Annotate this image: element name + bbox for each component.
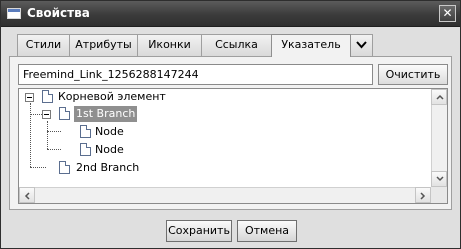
- tree-node-branch-2[interactable]: 2nd Branch: [19, 160, 219, 176]
- scroll-down-button[interactable]: [431, 171, 447, 187]
- node-tree: Корневой элемент 1st Branch Node Node 2n…: [18, 88, 448, 204]
- link-input[interactable]: [18, 64, 373, 85]
- tab-panel-pointer: Очистить Корневой элемент 1st Branch: [9, 56, 452, 210]
- properties-dialog: Свойства ✕ Стили Атрибуты Иконки Ссылка …: [0, 0, 461, 249]
- document-icon: [59, 107, 70, 120]
- close-icon: ✕: [442, 6, 453, 20]
- document-icon: [42, 90, 53, 103]
- tree-node-label: 1st Branch: [74, 106, 138, 122]
- scroll-up-button[interactable]: [431, 89, 447, 105]
- tree-node-label: Node: [95, 125, 124, 138]
- clear-button[interactable]: Очистить: [378, 64, 448, 85]
- tree-node-label: Корневой элемент: [58, 90, 166, 103]
- arrow-left-icon: [24, 192, 30, 200]
- tree-node-label: 2nd Branch: [76, 161, 140, 174]
- tab-attributes[interactable]: Атрибуты: [69, 34, 138, 56]
- close-button[interactable]: ✕: [439, 5, 456, 22]
- horizontal-scrollbar[interactable]: [19, 187, 431, 203]
- tab-icons[interactable]: Иконки: [137, 34, 202, 56]
- tab-styles[interactable]: Стили: [17, 34, 70, 56]
- tab-link[interactable]: Ссылка: [201, 34, 272, 56]
- scroll-left-button[interactable]: [19, 187, 35, 203]
- tree-node-leaf[interactable]: Node: [19, 124, 219, 140]
- tree-node-root[interactable]: Корневой элемент: [19, 89, 219, 105]
- document-icon: [80, 143, 91, 156]
- arrow-right-icon: [420, 192, 426, 200]
- tab-pointer[interactable]: Указатель: [271, 34, 351, 57]
- tree-node-branch-1[interactable]: 1st Branch: [19, 106, 219, 122]
- title-bar[interactable]: Свойства ✕: [1, 1, 460, 27]
- save-button[interactable]: Сохранить: [166, 220, 232, 242]
- cancel-button[interactable]: Отмена: [237, 220, 297, 242]
- tree-node-leaf[interactable]: Node: [19, 142, 219, 158]
- document-icon: [80, 125, 91, 138]
- document-icon: [59, 161, 70, 174]
- vertical-scrollbar[interactable]: [431, 89, 447, 187]
- scrollbar-corner: [431, 187, 447, 203]
- chevron-down-icon: [356, 41, 367, 49]
- arrow-down-icon: [436, 176, 444, 182]
- tabs-overflow-button[interactable]: [350, 34, 373, 56]
- scroll-right-button[interactable]: [415, 187, 431, 203]
- dialog-title: Свойства: [27, 6, 90, 20]
- arrow-up-icon: [436, 94, 444, 100]
- tree-node-label: Node: [95, 143, 124, 156]
- window-icon: [7, 8, 21, 19]
